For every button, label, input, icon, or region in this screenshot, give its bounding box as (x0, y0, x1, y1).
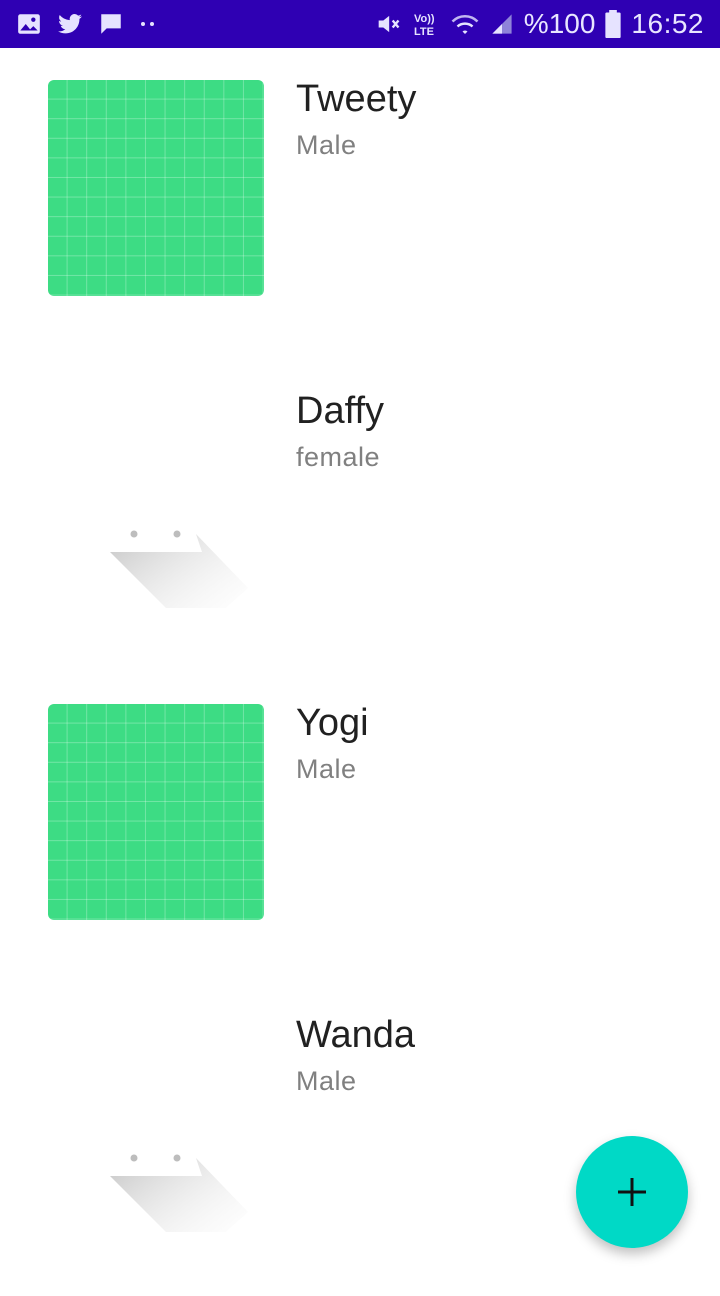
item-gender: Male (296, 1066, 357, 1096)
svg-text:LTE: LTE (414, 26, 434, 38)
list-item[interactable]: Yogi Male (0, 672, 720, 984)
svg-text:Vo)): Vo)) (414, 13, 435, 25)
image-icon (16, 11, 42, 37)
thumbnail-image (48, 704, 264, 920)
placeholder-image-icon (48, 392, 264, 608)
signal-icon (490, 11, 514, 37)
list-item[interactable]: Daffy female (0, 360, 720, 672)
more-dots-icon (138, 19, 158, 29)
status-bar: Vo)) LTE %100 16:52 (0, 0, 720, 48)
item-name: Daffy (296, 390, 385, 432)
twitter-icon (56, 11, 84, 37)
clock: 16:52 (631, 8, 704, 39)
mute-icon (374, 10, 402, 38)
item-gender: Male (296, 754, 357, 784)
battery-percent: %100 (523, 8, 596, 39)
add-button[interactable] (576, 1136, 688, 1248)
pet-list: Tweety Male Daffy female Yogi Male Wanda… (0, 48, 720, 1296)
chat-icon (98, 11, 124, 37)
status-bar-left (16, 0, 158, 48)
volte-icon: Vo)) LTE (412, 10, 440, 38)
item-gender: Male (296, 130, 357, 160)
wifi-icon (450, 11, 480, 37)
placeholder-image-icon (48, 1016, 264, 1232)
item-name: Tweety (296, 78, 417, 120)
plus-icon (616, 1176, 648, 1208)
item-gender: female (296, 442, 381, 472)
status-bar-right: Vo)) LTE %100 16:52 (374, 0, 704, 48)
battery-icon (605, 10, 622, 38)
list-item[interactable]: Tweety Male (0, 48, 720, 360)
item-name: Yogi (296, 702, 369, 744)
thumbnail-image (48, 80, 264, 296)
item-name: Wanda (296, 1014, 415, 1056)
